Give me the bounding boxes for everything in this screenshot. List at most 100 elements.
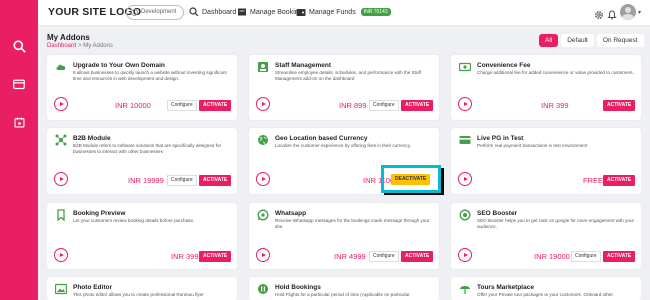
whatsapp-icon [257,209,269,221]
configure-button[interactable]: Configure [167,175,197,186]
configure-button[interactable]: Configure [167,100,197,111]
nav-dashboard[interactable]: Dashboard [189,7,236,17]
card-description: It allows businesses to quickly launch a… [73,70,227,81]
gear-icon[interactable] [594,7,604,19]
toggle-dot-icon [131,9,138,16]
calendar-icon[interactable] [11,114,27,130]
activate-button[interactable]: ACTIVATE [401,251,434,262]
card-price: INR 399 [541,101,569,110]
hold-icon [258,284,268,294]
photo-icon [55,283,67,295]
addon-card-tours-marketplace: Tours Marketplace Offer your Private tou… [451,277,641,300]
card-price: INR 399 [171,252,199,261]
card-description: This photo editor allows you to create p… [73,292,204,297]
card-title: Hold Bookings [275,284,321,291]
card-description: Let your customers review booking detail… [73,218,195,223]
addon-card-photo-editor: Photo Editor This photo editor allows yo… [47,277,237,300]
card-price: INR 19000 [534,252,570,261]
addon-card-booking-preview: Booking Preview Let your customers revie… [47,203,237,269]
play-video-icon[interactable] [256,97,270,111]
breadcrumb: Dashboard > My Addons [47,43,113,49]
activate-button[interactable]: ACTIVATE [199,175,232,186]
sidebar [0,0,38,300]
configure-button[interactable]: Configure [369,251,399,262]
play-video-icon[interactable] [54,97,68,111]
payment-card-icon [459,136,471,144]
card-title: Booking Preview [73,210,126,217]
addon-card-staff-management: Staff Management Streamline employee det… [249,55,439,120]
activate-button[interactable]: ACTIVATE [199,251,232,262]
page-title: My Addons [47,33,90,42]
card-title: SEO Booster [477,210,518,217]
tab-on-request[interactable]: On Request [596,34,644,47]
card-title: Geo Location based Currency [275,135,368,142]
money-icon [459,62,471,72]
funds-icon [296,9,306,16]
card-price: INR 19999 [128,176,164,185]
card-description: B2B Module refers to software solutions … [73,143,222,154]
booking-icon [238,8,246,16]
addon-card-live-pg-test: Live PG in Test Perform real payment tra… [451,128,641,194]
seo-icon [459,209,471,221]
tab-all[interactable]: All [539,34,559,47]
card-price: INR 4999 [334,252,366,261]
wallet-icon[interactable] [11,76,27,92]
card-description: Receive Whatsapp messages for the bookin… [275,218,430,229]
tab-default[interactable]: Default [561,34,594,47]
topbar: YOUR SITE LOGO Development Dashboard Man… [38,0,650,26]
play-video-icon[interactable] [54,248,68,262]
nav-manage-booking-label: Manage Booking [250,8,303,16]
play-video-icon[interactable] [458,97,472,111]
search-icon[interactable] [11,38,27,54]
card-title: Whatsapp [275,210,307,217]
activate-button[interactable]: ACTIVATE [603,100,636,111]
card-title: Photo Editor [73,284,112,291]
addon-card-hold-bookings: Hold Bookings Hold Flights for a particu… [249,277,439,300]
card-title: B2B Module [73,135,111,142]
bookmark-icon [57,209,65,221]
card-description: SEO Booster helps you to get rank on goo… [477,218,635,229]
play-video-icon[interactable] [256,172,270,186]
card-description: Perform real payment transactions in tes… [477,143,588,148]
search-icon [189,7,199,17]
addon-card-b2b-module: B2B Module B2B Module refers to software… [47,128,237,194]
funds-balance-badge: INR 70143 [360,8,391,16]
card-description: Charge additional fee for added convenie… [477,70,634,75]
nav-manage-funds-label: Manage Funds [309,8,356,16]
filter-tabs: All Default On Request [539,34,644,47]
configure-button[interactable]: Configure [571,251,601,262]
umbrella-icon [460,286,470,294]
card-title: Staff Management [275,62,331,69]
chevron-down-icon[interactable]: ▾ [638,9,641,16]
activate-button[interactable]: ACTIVATE [199,100,232,111]
b2b-icon [55,134,67,146]
card-price: FREE [583,176,604,185]
addon-card-seo-booster: SEO Booster SEO Booster helps you to get… [451,203,641,269]
card-title: Tours Marketplace [477,284,534,291]
avatar[interactable] [620,4,636,20]
activate-button[interactable]: ACTIVATE [603,175,636,186]
card-description: Offer your Private tour packages to your… [477,292,614,297]
card-price: INR 10000 [115,101,151,110]
card-description: Streamline employee details, schedules, … [275,70,421,81]
play-video-icon[interactable] [54,172,68,186]
play-video-icon[interactable] [458,172,472,186]
card-title: Convenience Fee [477,62,531,69]
nav-manage-booking[interactable]: Manage Booking [237,7,303,17]
breadcrumb-dashboard-link[interactable]: Dashboard [47,43,76,49]
activate-button[interactable]: ACTIVATE [603,251,636,262]
nav-manage-funds[interactable]: Manage Funds INR 70143 [296,7,391,17]
deactivate-highlight-box [381,165,441,193]
bell-icon[interactable] [607,7,617,20]
play-video-icon[interactable] [458,248,472,262]
play-video-icon[interactable] [256,248,270,262]
environment-label: Development [141,9,177,15]
card-description: Localize the customer experience by offe… [275,143,411,148]
card-price: INR 899 [339,101,367,110]
configure-button[interactable]: Configure [369,100,399,111]
addon-card-convenience-fee: Convenience Fee Charge additional fee fo… [451,55,641,120]
activate-button[interactable]: ACTIVATE [401,100,434,111]
highlight-shadow [441,168,444,195]
staff-icon [258,62,268,72]
environment-toggle[interactable]: Development [126,5,185,20]
